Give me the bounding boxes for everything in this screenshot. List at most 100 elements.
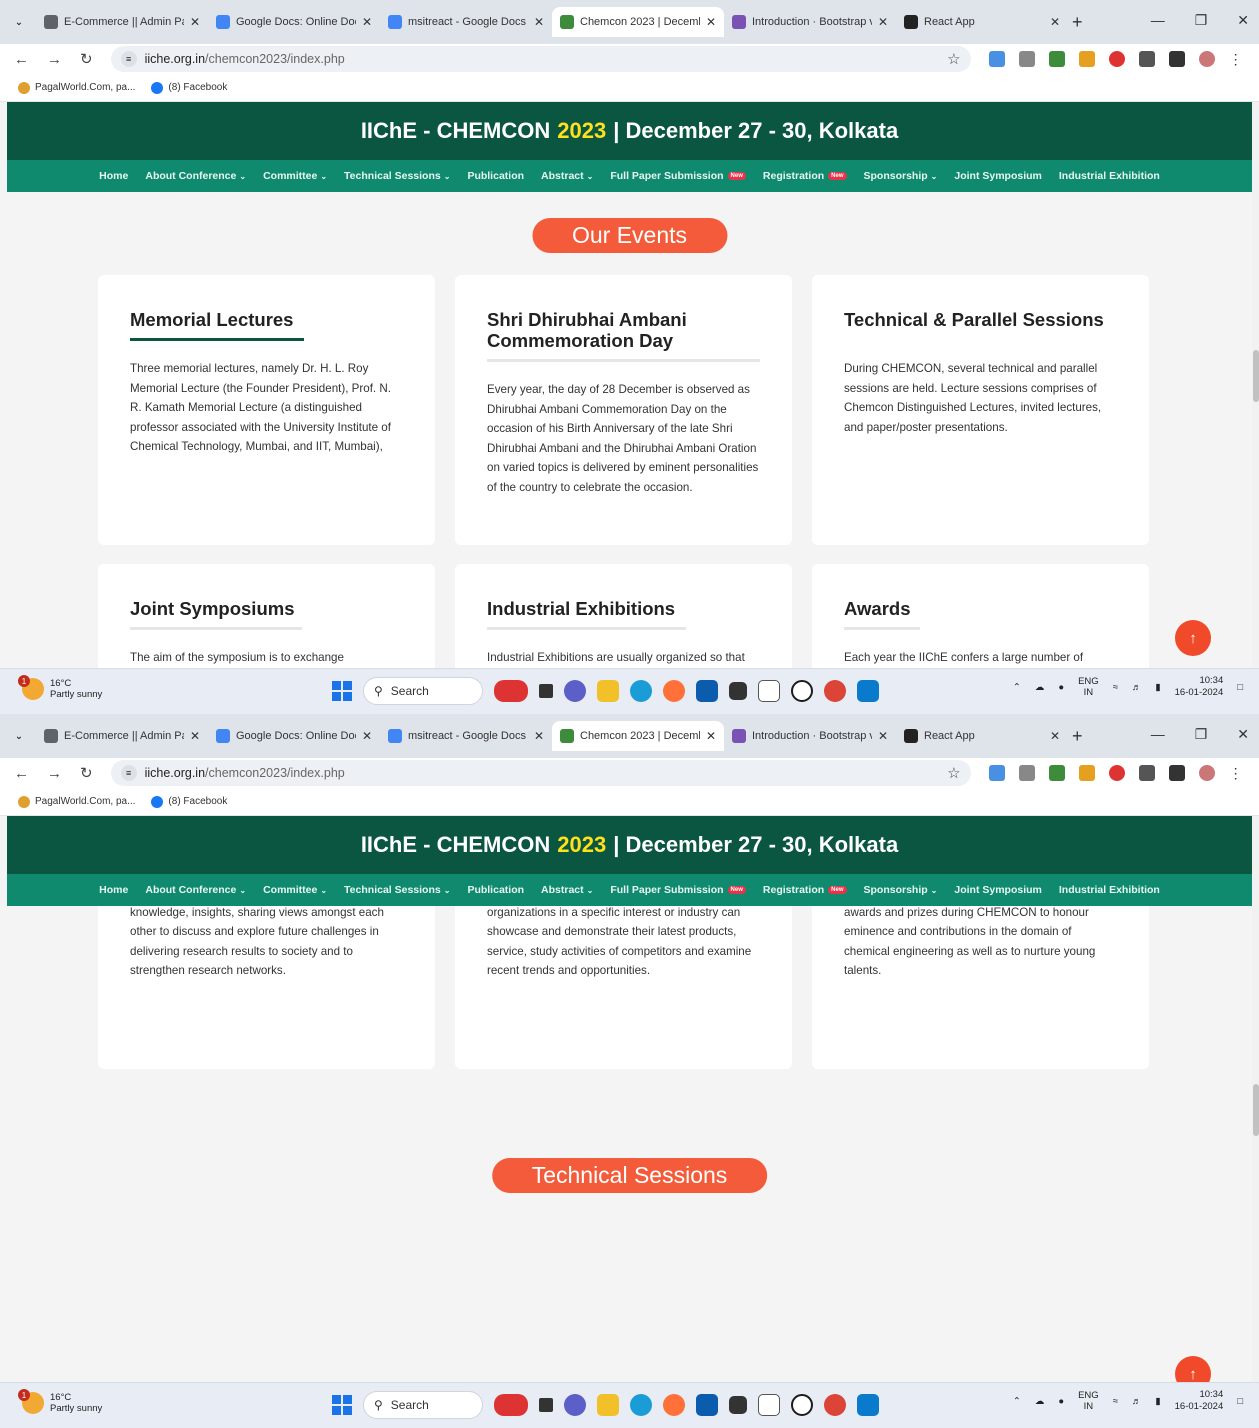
chevron-up-icon[interactable]: ⌃ — [1013, 1396, 1021, 1407]
forward-icon[interactable]: → — [47, 51, 62, 68]
bookmark-item[interactable]: PagalWorld.Com, pa... — [18, 81, 135, 94]
wifi-icon[interactable]: ≈ — [1113, 682, 1118, 693]
vscode-icon[interactable] — [857, 680, 879, 702]
color-picker-icon[interactable] — [1108, 51, 1125, 67]
profile-avatar[interactable] — [1198, 765, 1215, 781]
volume-icon[interactable]: ♬ — [1132, 1396, 1142, 1407]
nav-item[interactable]: Committee ⌄ — [263, 170, 327, 182]
notifications-icon[interactable]: □ — [1237, 682, 1243, 693]
scrollbar-thumb[interactable] — [1253, 350, 1259, 402]
nav-item[interactable]: Registration New — [763, 884, 847, 896]
nav-item[interactable]: Home — [99, 884, 128, 896]
extension-icon[interactable] — [988, 51, 1005, 67]
close-window-icon[interactable]: ✕ — [1237, 726, 1249, 743]
extension-icon[interactable] — [988, 765, 1005, 781]
close-tab-icon[interactable]: ✕ — [1050, 729, 1060, 743]
chrome-icon[interactable] — [824, 680, 846, 702]
chrome-icon[interactable] — [824, 1394, 846, 1416]
browser-tab[interactable]: E-Commerce || Admin Panel ✕ — [36, 721, 208, 751]
minimize-icon[interactable]: — — [1151, 12, 1165, 29]
browser-tab[interactable]: Introduction · Bootstrap v5 ✕ — [724, 721, 896, 751]
nav-item[interactable]: Publication — [467, 170, 524, 182]
nav-item[interactable]: Full Paper Submission New — [610, 170, 746, 182]
browser-tab[interactable]: msitreact - Google Docs ✕ — [380, 721, 552, 751]
forward-icon[interactable]: → — [47, 765, 62, 782]
dropbox-icon[interactable] — [729, 682, 747, 700]
notifications-icon[interactable]: □ — [1237, 1396, 1243, 1407]
extension-icon[interactable] — [1048, 51, 1065, 67]
wifi-icon[interactable]: ≈ — [1113, 1396, 1118, 1407]
nav-item[interactable]: Abstract ⌄ — [541, 884, 593, 896]
browser-tab[interactable]: E-Commerce || Admin Panel ✕ — [36, 7, 208, 37]
nav-item[interactable]: Home — [99, 170, 128, 182]
whatsapp-icon[interactable] — [791, 1394, 813, 1416]
profile-avatar[interactable] — [1198, 51, 1215, 67]
nav-item[interactable]: Full Paper Submission New — [610, 884, 746, 896]
nav-item[interactable]: Publication — [467, 884, 524, 896]
close-tab-icon[interactable]: ✕ — [190, 15, 200, 29]
back-icon[interactable]: ← — [14, 765, 29, 782]
dropbox-icon[interactable] — [729, 1396, 747, 1414]
bookmark-item[interactable]: (8) Facebook — [151, 81, 227, 94]
language-indicator[interactable]: ENG IN — [1078, 1390, 1099, 1412]
task-view-icon[interactable] — [539, 684, 553, 698]
clock[interactable]: 10:34 16-01-2024 — [1175, 675, 1224, 699]
new-tab-icon[interactable]: + — [1072, 726, 1083, 747]
tab-search-icon[interactable]: ⌄ — [8, 11, 30, 33]
browser-tab[interactable]: Chemcon 2023 | December ✕ — [552, 7, 724, 37]
scrollbar-thumb[interactable] — [1253, 1084, 1259, 1136]
menu-dots-icon[interactable]: ⋮ — [1229, 51, 1245, 67]
start-icon[interactable] — [332, 1395, 352, 1415]
nav-item[interactable]: Technical Sessions ⌄ — [344, 884, 450, 896]
nav-item[interactable]: Industrial Exhibition — [1059, 170, 1160, 182]
camera-icon[interactable] — [1018, 51, 1035, 67]
extensions-puzzle-icon[interactable] — [1138, 51, 1155, 67]
store-icon[interactable] — [696, 680, 718, 702]
side-panel-icon[interactable] — [1168, 765, 1185, 781]
store-icon[interactable] — [696, 1394, 718, 1416]
nav-item[interactable]: Technical Sessions ⌄ — [344, 170, 450, 182]
bookmark-star-icon[interactable]: ☆ — [947, 50, 960, 68]
weather-widget[interactable]: 1 16°C Partly sunny — [18, 1389, 102, 1414]
reload-icon[interactable]: ↻ — [80, 50, 93, 68]
close-tab-icon[interactable]: ✕ — [534, 729, 544, 743]
whatsapp-icon[interactable] — [791, 680, 813, 702]
battery-icon[interactable]: ▮ — [1155, 682, 1160, 693]
chili-widget-icon[interactable] — [494, 1394, 528, 1416]
task-view-icon[interactable] — [539, 1398, 553, 1412]
firefox-icon[interactable] — [663, 680, 685, 702]
close-tab-icon[interactable]: ✕ — [534, 15, 544, 29]
nav-item[interactable]: Abstract ⌄ — [541, 170, 593, 182]
close-window-icon[interactable]: ✕ — [1237, 12, 1249, 29]
browser-tab[interactable]: Google Docs: Online Docum ✕ — [208, 7, 380, 37]
language-indicator[interactable]: ENG IN — [1078, 676, 1099, 698]
page-scrollbar[interactable] — [1252, 102, 1259, 668]
camera-icon[interactable] — [1018, 765, 1035, 781]
edge-icon[interactable] — [630, 1394, 652, 1416]
bookmark-item[interactable]: (8) Facebook — [151, 795, 227, 808]
chili-widget-icon[interactable] — [494, 680, 528, 702]
taskbar-search[interactable]: ⚲ Search — [363, 677, 483, 705]
color-picker-icon[interactable] — [1108, 765, 1125, 781]
nav-item[interactable]: About Conference ⌄ — [145, 170, 246, 182]
pen-icon[interactable] — [1078, 51, 1095, 67]
browser-tab[interactable]: Introduction · Bootstrap v5 ✕ — [724, 7, 896, 37]
nav-item[interactable]: Committee ⌄ — [263, 884, 327, 896]
chevron-up-icon[interactable]: ⌃ — [1013, 682, 1021, 693]
new-tab-icon[interactable]: + — [1072, 12, 1083, 33]
bookmark-star-icon[interactable]: ☆ — [947, 764, 960, 782]
cloud-icon[interactable]: ☁ — [1035, 682, 1045, 693]
firefox-icon[interactable] — [663, 1394, 685, 1416]
browser-tab[interactable]: React App ✕ — [896, 721, 1068, 751]
file-explorer-icon[interactable] — [597, 1394, 619, 1416]
nav-item[interactable]: About Conference ⌄ — [145, 884, 246, 896]
browser-tab[interactable]: React App ✕ — [896, 7, 1068, 37]
amazon-icon[interactable] — [758, 1394, 780, 1416]
close-tab-icon[interactable]: ✕ — [1050, 15, 1060, 29]
file-explorer-icon[interactable] — [597, 680, 619, 702]
close-tab-icon[interactable]: ✕ — [706, 729, 716, 743]
back-to-top-button[interactable]: ↑ — [1175, 620, 1211, 656]
nav-item[interactable]: Joint Symposium — [954, 884, 1042, 896]
nav-item[interactable]: Industrial Exhibition — [1059, 884, 1160, 896]
vscode-icon[interactable] — [857, 1394, 879, 1416]
